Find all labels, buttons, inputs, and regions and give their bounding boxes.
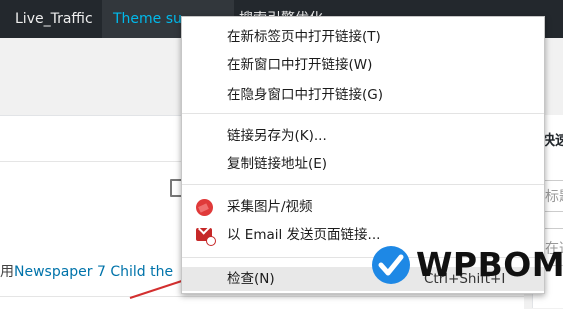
- wpbom-watermark: WPBOM: [370, 245, 563, 285]
- menu-item-collect-media[interactable]: 采集图片/视频: [182, 195, 544, 219]
- draft-title-placeholder: 标题: [545, 189, 563, 205]
- tab-live-traffic[interactable]: Live_Traffic: [4, 0, 104, 38]
- menu-separator: [182, 113, 544, 114]
- menu-item-copy-link[interactable]: 复制链接地址(E): [182, 152, 544, 176]
- menu-item-label: 检查(N): [227, 271, 275, 287]
- menu-item-label: 以 Email 发送页面链接...: [227, 227, 381, 243]
- theme-line-prefix: 用: [0, 264, 14, 280]
- menu-separator: [182, 184, 544, 185]
- wpbom-text: WPBOM: [416, 245, 563, 284]
- menu-item-label: 复制链接地址(E): [227, 156, 328, 172]
- menu-item-email-page-link[interactable]: 以 Email 发送页面链接...: [182, 223, 544, 247]
- row-divider: [0, 296, 524, 297]
- menu-item-open-incognito[interactable]: 在隐身窗口中打开链接(G): [182, 83, 544, 107]
- menu-item-label: 采集图片/视频: [227, 199, 313, 215]
- menu-item-label: 链接另存为(K)...: [227, 128, 327, 144]
- menu-item-label: 在新标签页中打开链接(T): [227, 29, 381, 45]
- collect-media-icon: [196, 199, 213, 216]
- menu-item-save-link-as[interactable]: 链接另存为(K)...: [182, 124, 544, 148]
- email-icon: [196, 228, 216, 246]
- menu-item-label: 在新窗口中打开链接(W): [227, 57, 373, 73]
- menu-item-open-new-tab[interactable]: 在新标签页中打开链接(T): [182, 25, 544, 49]
- menu-item-label: 在隐身窗口中打开链接(G): [227, 87, 383, 103]
- wpbom-logo-icon: [372, 246, 410, 284]
- menu-item-open-new-window[interactable]: 在新窗口中打开链接(W): [182, 53, 544, 77]
